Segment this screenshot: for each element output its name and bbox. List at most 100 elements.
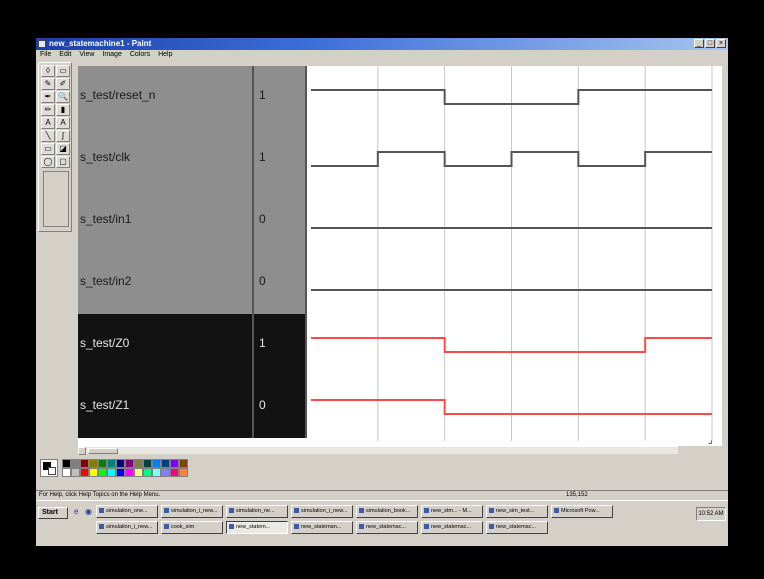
- media-icon[interactable]: ◉: [85, 508, 93, 516]
- color-swatch[interactable]: [161, 459, 170, 468]
- window-icon: [99, 524, 104, 530]
- color-swatch[interactable]: [152, 468, 161, 477]
- window-title: new_statemachine1 - Paint: [49, 39, 152, 48]
- menu-edit[interactable]: Edit: [59, 50, 71, 60]
- tool-8-icon[interactable]: A: [41, 117, 55, 129]
- tool-5-icon[interactable]: 🔍: [56, 91, 70, 103]
- paint-canvas[interactable]: s_test/reset_n s_test/clk s_test/in1 s_test…: [78, 66, 722, 446]
- window-icon: [229, 508, 234, 514]
- maximize-button[interactable]: □: [705, 39, 715, 48]
- color-swatch[interactable]: [80, 468, 89, 477]
- taskbar-window-button[interactable]: new_sim_test...: [486, 505, 548, 518]
- tool-15-icon[interactable]: ▢: [56, 156, 70, 168]
- menu-image[interactable]: Image: [102, 50, 121, 60]
- menu-colors[interactable]: Colors: [130, 50, 150, 60]
- color-swatch[interactable]: [125, 468, 134, 477]
- scroll-left-arrow[interactable]: [78, 447, 86, 455]
- color-swatch[interactable]: [89, 459, 98, 468]
- taskbar-window-label: cook_sim: [171, 524, 195, 530]
- color-swatch[interactable]: [152, 459, 161, 468]
- tool-14-icon[interactable]: ◯: [41, 156, 55, 168]
- taskbar-window-label: simulation_one...: [106, 508, 148, 514]
- window-icon: [489, 508, 494, 514]
- tool-9-icon[interactable]: A: [56, 117, 70, 129]
- taskbar-window-button[interactable]: new_statem...: [226, 521, 288, 534]
- taskbar-window-button[interactable]: new_stateman...: [291, 521, 353, 534]
- tool-10-icon[interactable]: ╲: [41, 130, 55, 142]
- color-swatch[interactable]: [71, 468, 80, 477]
- color-swatch[interactable]: [134, 468, 143, 477]
- taskbar-window-label: new_stm... - M...: [431, 508, 472, 514]
- menu-file[interactable]: File: [40, 50, 51, 60]
- close-button[interactable]: ×: [716, 39, 726, 48]
- taskbar-window-label: new_stateman...: [301, 524, 342, 530]
- color-swatch[interactable]: [62, 468, 71, 477]
- color-swatch[interactable]: [125, 459, 134, 468]
- tool-options-box[interactable]: [43, 171, 69, 227]
- color-swatch[interactable]: [116, 468, 125, 477]
- color-swatch[interactable]: [143, 468, 152, 477]
- signal-name: s_test/clk: [80, 150, 131, 164]
- color-swatch[interactable]: [89, 468, 98, 477]
- waveform-area: [311, 66, 713, 441]
- color-swatch[interactable]: [107, 468, 116, 477]
- background-color: [48, 467, 56, 475]
- tool-11-icon[interactable]: ∫: [56, 130, 70, 142]
- color-swatch[interactable]: [143, 459, 152, 468]
- desktop-screen: new_statemachine1 - Paint _ □ × File Edi…: [36, 38, 728, 546]
- color-swatch[interactable]: [170, 468, 179, 477]
- color-swatch[interactable]: [179, 459, 188, 468]
- menu-view[interactable]: View: [79, 50, 94, 60]
- color-swatch[interactable]: [161, 468, 170, 477]
- taskbar-window-button[interactable]: new_statemac...: [356, 521, 418, 534]
- taskbar-window-button[interactable]: simulation_ne...: [226, 505, 288, 518]
- scroll-thumb[interactable]: [88, 448, 118, 454]
- start-button[interactable]: Start: [38, 507, 68, 519]
- tool-2-icon[interactable]: ✎: [41, 78, 55, 90]
- signal-row-name: s_test/reset_n: [78, 66, 252, 128]
- color-swatch[interactable]: [62, 459, 71, 468]
- taskbar-window-label: simulation_ne...: [236, 508, 275, 514]
- taskbar-window-button[interactable]: Microsoft Pow...: [551, 505, 613, 518]
- color-swatch[interactable]: [134, 459, 143, 468]
- browser-icon[interactable]: e: [74, 508, 82, 516]
- color-swatch[interactable]: [179, 468, 188, 477]
- color-swatch[interactable]: [71, 459, 80, 468]
- tool-13-icon[interactable]: ◪: [56, 143, 70, 155]
- tool-0-icon[interactable]: ◊: [41, 65, 55, 77]
- signal-name: s_test/Z0: [80, 336, 130, 350]
- taskbar-window-button[interactable]: simulation_i_new...: [96, 521, 158, 534]
- tool-7-icon[interactable]: ▮: [56, 104, 70, 116]
- taskbar-window-button[interactable]: new_statemac...: [421, 521, 483, 534]
- taskbar-window-button[interactable]: simulation_i_new...: [161, 505, 223, 518]
- window-controls: _ □ ×: [694, 39, 726, 48]
- color-swatch[interactable]: [116, 459, 125, 468]
- minimize-button[interactable]: _: [694, 39, 704, 48]
- color-swatch[interactable]: [80, 459, 89, 468]
- signal-values-column: 1 1 0 0 1 0: [252, 66, 307, 441]
- taskbar-window-label: new_statemac...: [366, 524, 407, 530]
- taskbar-window-label: simulation_book...: [366, 508, 411, 514]
- tool-1-icon[interactable]: ▭: [56, 65, 70, 77]
- taskbar-window-button[interactable]: new_statemac...: [486, 521, 548, 534]
- taskbar-window-button[interactable]: simulation_book...: [356, 505, 418, 518]
- horizontal-scrollbar[interactable]: [78, 446, 678, 455]
- signal-row-value: 1: [252, 314, 307, 376]
- taskbar-window-button[interactable]: new_stm... - M...: [421, 505, 483, 518]
- color-swatch[interactable]: [98, 468, 107, 477]
- tool-3-icon[interactable]: ✐: [56, 78, 70, 90]
- menu-bar: File Edit View Image Colors Help: [36, 50, 728, 60]
- color-swatch[interactable]: [98, 459, 107, 468]
- color-swatch[interactable]: [170, 459, 179, 468]
- resize-handle-icon[interactable]: ⌟: [708, 436, 718, 446]
- taskbar-window-button[interactable]: cook_sim: [161, 521, 223, 534]
- tool-grid: ◊ ▭ ✎ ✐ ✒ 🔍 ✏ ▮ A A ╲ ∫ ▭ ◪ ◯ ▢: [41, 65, 70, 168]
- menu-help[interactable]: Help: [158, 50, 172, 60]
- taskbar-window-button[interactable]: simulation_i_new...: [291, 505, 353, 518]
- taskbar-window-button[interactable]: simulation_one...: [96, 505, 158, 518]
- tool-12-icon[interactable]: ▭: [41, 143, 55, 155]
- signal-row-name: s_test/Z1: [78, 376, 252, 438]
- color-swatch[interactable]: [107, 459, 116, 468]
- tool-4-icon[interactable]: ✒: [41, 91, 55, 103]
- tool-6-icon[interactable]: ✏: [41, 104, 55, 116]
